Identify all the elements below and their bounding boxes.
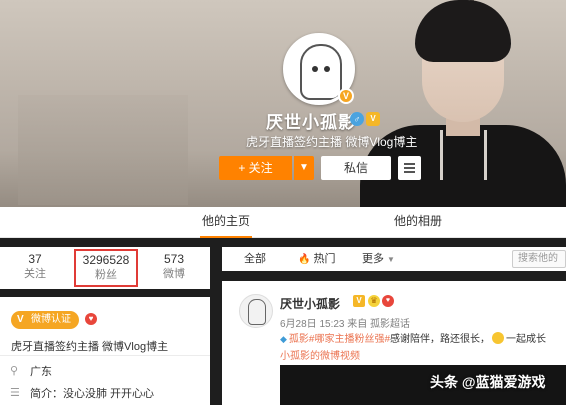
post-video-link[interactable]: 小孤影的微博视频: [280, 347, 360, 362]
bio-text: 简介：没心没肺 开开心心: [30, 388, 155, 400]
filter-all[interactable]: 全部: [244, 247, 266, 271]
menu-line: [404, 163, 415, 165]
post-topic-link[interactable]: #哪家主播粉丝强#: [309, 334, 390, 345]
profile-stats: 37 关注 3296528 粉丝 573 微博: [0, 247, 210, 289]
post-text: ◆ 孤影#哪家主播粉丝强#感谢陪伴，路还很长， 一起成长: [280, 332, 566, 347]
hair: [415, 0, 511, 62]
follow-button[interactable]: + 关注: [219, 156, 292, 180]
chevron-down-icon: ▼: [387, 255, 395, 264]
verification-badge[interactable]: 微博认证: [11, 311, 79, 329]
profile-name: 厌世小孤影: [266, 113, 356, 132]
search-input[interactable]: 搜索他的: [512, 250, 566, 268]
stat-followers[interactable]: 3296528 粉丝: [74, 249, 138, 287]
profile-description: 虎牙直播签约主播 微博Vlog博主: [246, 135, 418, 149]
filter-hot[interactable]: 🔥 热门: [298, 247, 335, 272]
menu-line: [404, 167, 415, 169]
profile-info-card: 微博认证 ♥ 虎牙直播签约主播 微博Vlog博主 ⚲ 广东 ☰ 简介：没心没肺 …: [0, 297, 210, 405]
verification-description: 虎牙直播签约主播 微博Vlog博主: [11, 341, 169, 353]
post-author[interactable]: 厌世小孤影: [280, 295, 340, 312]
drawstring: [484, 130, 487, 180]
tab-album[interactable]: 他的相册: [394, 207, 442, 238]
message-button[interactable]: 私信: [321, 156, 391, 180]
location-text: 广东: [30, 366, 52, 378]
verified-badge-icon: V: [338, 88, 354, 104]
avatar-sketch: [300, 44, 342, 100]
vip-crown-icon: ♛: [368, 295, 380, 307]
fire-icon: 🔥: [298, 254, 311, 265]
divider: [0, 355, 210, 356]
heart-icon: ♥: [85, 313, 97, 325]
banner-shelf: [18, 95, 188, 205]
stat-label: 粉丝: [95, 269, 117, 281]
stat-following[interactable]: 37 关注: [5, 251, 65, 281]
stat-value: 3296528: [82, 253, 130, 267]
profile-tab-bar: 他的主页 他的相册: [0, 207, 566, 238]
location-pin-icon: ⚲: [10, 365, 19, 377]
stat-label: 微博: [163, 268, 185, 280]
post-mention-link[interactable]: 孤影: [289, 334, 309, 345]
filter-more-label: 更多: [362, 253, 384, 265]
male-gender-icon: ♂: [350, 112, 364, 126]
vip-icon[interactable]: V: [366, 112, 380, 126]
verified-v-icon: V: [353, 295, 365, 307]
drawstring: [440, 130, 443, 180]
bio-icon: ☰: [10, 387, 20, 399]
weibo-profile-page: V 厌世小孤影 ♂ V 虎牙直播签约主播 微博Vlog博主 + 关注 ▼ 私信 …: [0, 0, 566, 405]
tab-home[interactable]: 他的主页: [200, 207, 252, 238]
watermark: 头条 @蓝猫爱游戏: [430, 374, 546, 390]
feed-filter-bar: 全部 🔥 热门 更多 ▼ 搜索他的: [222, 247, 566, 271]
emoji-icon: [492, 332, 505, 344]
stat-label: 关注: [24, 268, 46, 280]
post-body-text: 感谢陪伴，路还很长，: [390, 334, 491, 345]
stat-value: 37: [28, 252, 42, 266]
more-menu-button[interactable]: [398, 156, 421, 180]
heart-icon: ♥: [382, 295, 394, 307]
filter-more[interactable]: 更多 ▼: [362, 247, 395, 272]
diamond-icon: ◆: [280, 334, 287, 344]
post-avatar[interactable]: [239, 294, 273, 328]
post-meta: 6月28日 15:23 来自 孤影超话: [280, 319, 411, 330]
post-body-suffix: 一起成长: [506, 334, 547, 345]
follow-dropdown-button[interactable]: ▼: [294, 156, 314, 180]
filter-hot-label: 热门: [313, 253, 336, 265]
menu-line: [404, 171, 415, 173]
stat-value: 573: [163, 252, 185, 266]
stat-posts[interactable]: 573 微博: [144, 251, 204, 281]
triangle-down-icon: ▼: [299, 162, 309, 173]
